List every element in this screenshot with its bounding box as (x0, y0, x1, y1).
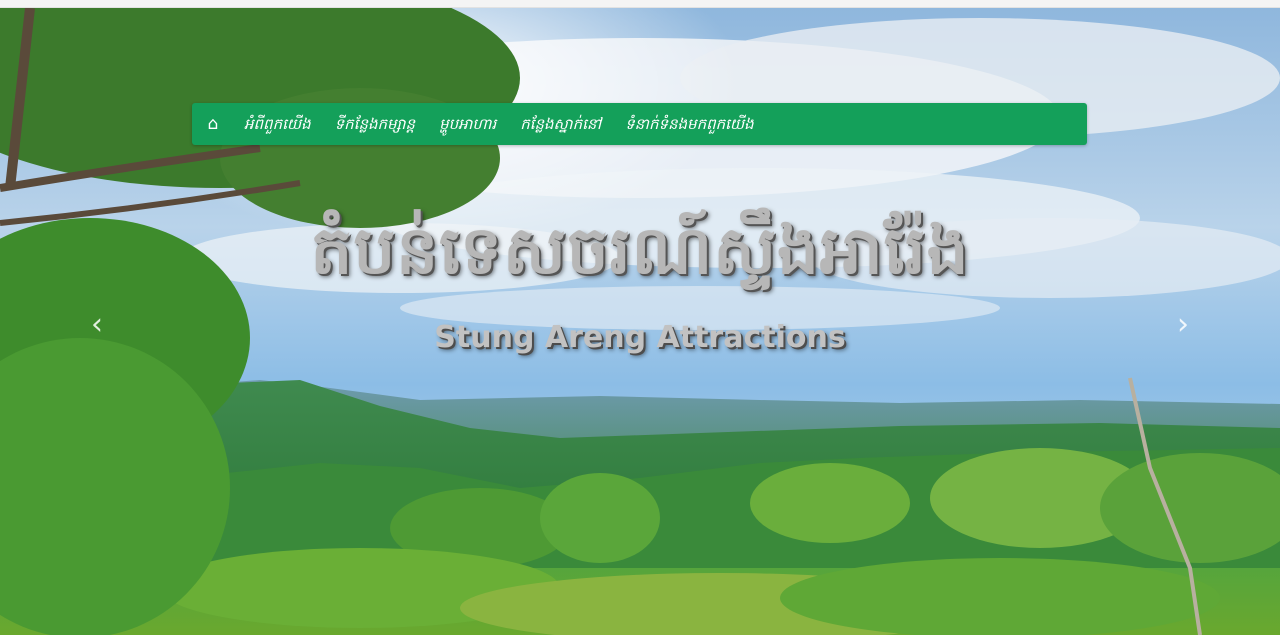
nav-item-contact[interactable]: ទំនាក់ទំនងមកពួកយើង (613, 103, 766, 145)
main-navbar: ⌂ អំពីពួកយើង ទីកន្លែងកម្សាន្ត ម្ហូបអាហារ… (192, 103, 1087, 145)
nav-item-food[interactable]: ម្ហូបអាហារ (427, 103, 508, 145)
nav-item-about[interactable]: អំពីពួកយើង (232, 103, 323, 145)
nav-item-attractions[interactable]: ទីកន្លែងកម្សាន្ត (323, 103, 427, 145)
nav-item-accommodation[interactable]: កន្លែងស្នាក់នៅ (508, 103, 613, 145)
hero-title-khmer: តំបន់ទេសចរណ៍ស្ទឹងអារ៉ែង (310, 212, 970, 289)
home-icon[interactable]: ⌂ (194, 103, 232, 145)
hero-title-english: Stung Areng Attractions (434, 320, 846, 355)
browser-top-edge (0, 0, 1280, 8)
chevron-right-icon[interactable]: › (1168, 305, 1198, 345)
chevron-left-icon[interactable]: ‹ (82, 305, 112, 345)
